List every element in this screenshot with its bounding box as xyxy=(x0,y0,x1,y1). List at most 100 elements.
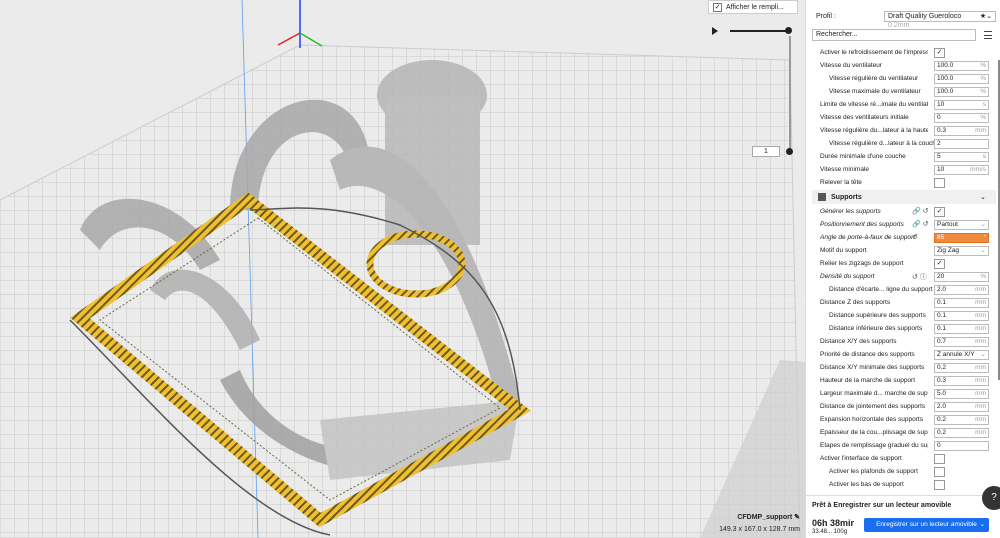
setting-row: Vitesse du ventilateur 100.0% xyxy=(812,59,996,72)
profile-value: Draft Quality Gueroloco xyxy=(888,12,962,20)
setting-label: Activer les plafonds de support xyxy=(829,468,918,475)
setting-input[interactable]: 0.3 mm xyxy=(934,375,989,386)
setting-checkbox[interactable]: ✓ xyxy=(934,47,945,58)
setting-input[interactable]: 0.1 mm xyxy=(934,310,989,321)
menu-icon[interactable] xyxy=(984,31,992,39)
setting-row: Vitesse régulière d...lateur à la couche… xyxy=(812,137,996,150)
setting-input[interactable]: 85 ° xyxy=(934,232,989,243)
setting-row: Limite de vitesse ré...imale du ventilat… xyxy=(812,98,996,111)
setting-input[interactable]: 100.0% xyxy=(934,86,989,97)
setting-label: Vitesse minimale xyxy=(820,166,870,173)
layer-view-toggle[interactable]: ✓ Afficher le rempli... xyxy=(708,0,798,14)
setting-row: Étapes de remplissage graduel du support… xyxy=(812,439,996,452)
setting-value: 2.0 xyxy=(937,285,947,293)
setting-label: Largeur maximale d... marche de support xyxy=(820,390,928,397)
setting-row: Vitesse minimale 10 mm/s xyxy=(812,163,996,176)
setting-label: Priorité de distance des supports xyxy=(820,351,915,358)
reset-link-icon[interactable]: ↺ ⓘ xyxy=(912,272,927,282)
layer-view-label: Afficher le rempli... xyxy=(726,3,784,11)
setting-value: 0.1 xyxy=(937,324,947,332)
reset-link-icon[interactable]: ↺ xyxy=(912,233,918,241)
edit-icon[interactable]: ✎ xyxy=(794,514,800,521)
setting-row: Priorité de distance des supports Z annul… xyxy=(812,348,996,361)
setting-input[interactable]: 0.1 mm xyxy=(934,323,989,334)
setting-input[interactable]: 10 mm/s xyxy=(934,164,989,175)
reset-link-icon[interactable]: 🔗 ↺ xyxy=(912,220,929,228)
setting-row: Relier les zigzags de support ✓ xyxy=(812,257,996,270)
setting-value: Z annule X/Y xyxy=(937,350,975,358)
star-icon[interactable]: ★⌄ xyxy=(980,12,992,21)
setting-unit: mm xyxy=(975,126,986,134)
section-supports[interactable]: Supports ⌄ xyxy=(812,190,996,204)
layer-progress-handle[interactable] xyxy=(785,27,792,34)
setting-label: Distance d'écarte... ligne du support xyxy=(829,286,933,293)
setting-unit: % xyxy=(980,272,986,280)
setting-input[interactable]: 0% xyxy=(934,112,989,123)
setting-input[interactable]: 2.0 mm xyxy=(934,401,989,412)
setting-label: Motif du support xyxy=(820,247,867,254)
setting-select[interactable]: Zig Zag ⌄ xyxy=(934,245,989,256)
setting-input[interactable]: 0.2 mm xyxy=(934,414,989,425)
setting-unit: mm xyxy=(975,285,986,293)
setting-input[interactable]: 2.0 mm xyxy=(934,284,989,295)
setting-input[interactable]: 100.0% xyxy=(934,60,989,71)
setting-value: Partout xyxy=(937,220,958,228)
section-label: Supports xyxy=(831,193,862,201)
setting-value: 10 xyxy=(937,165,945,173)
layer-slider-handle[interactable] xyxy=(786,148,793,155)
setting-value: 100.0 xyxy=(937,61,954,69)
setting-input[interactable]: 10 s xyxy=(934,99,989,110)
setting-unit: mm xyxy=(975,376,986,384)
setting-input[interactable]: 0 xyxy=(934,440,989,451)
setting-checkbox[interactable] xyxy=(934,453,945,464)
save-to-removable-button[interactable]: Enregistrer sur un lecteur amovible ⌄ xyxy=(864,518,989,532)
layer-number-field[interactable]: 1 xyxy=(752,146,780,157)
setting-label: Relier les zigzags de support xyxy=(820,260,904,267)
setting-label: Distance de jointement des supports xyxy=(820,403,926,410)
setting-unit: mm xyxy=(975,298,986,306)
help-button[interactable]: ? xyxy=(982,486,1000,510)
setting-checkbox[interactable] xyxy=(934,479,945,490)
layer-progress-slider[interactable] xyxy=(730,30,790,32)
setting-input[interactable]: 0.1 mm xyxy=(934,297,989,308)
play-icon[interactable] xyxy=(712,27,718,35)
setting-value: 85 xyxy=(937,233,945,241)
setting-select[interactable]: Partout ⌄ xyxy=(934,219,989,230)
setting-input[interactable]: 100.0% xyxy=(934,73,989,84)
setting-select[interactable]: Z annule X/Y ⌄ xyxy=(934,349,989,360)
setting-input[interactable]: 0.2 mm xyxy=(934,427,989,438)
profile-select[interactable]: Draft Quality Gueroloco 0.2mm ★⌄ xyxy=(884,10,996,29)
setting-checkbox[interactable]: ✓ xyxy=(934,258,945,269)
setting-row: Distance d'écarte... ligne du support 2.0… xyxy=(812,283,996,296)
search-input[interactable]: Rechercher... xyxy=(812,29,976,41)
setting-input[interactable]: 5.0 mm xyxy=(934,388,989,399)
setting-input[interactable]: 2 xyxy=(934,138,989,149)
setting-input[interactable]: 0.2 mm xyxy=(934,362,989,373)
setting-row: Angle de porte-à-faux de support ↺ 85 ° xyxy=(812,231,996,244)
setting-label: Relever la tête xyxy=(820,179,862,186)
setting-input[interactable]: 0.3 mm xyxy=(934,125,989,136)
setting-unit: % xyxy=(980,61,986,69)
setting-input[interactable]: 5s xyxy=(934,151,989,162)
setting-input[interactable]: 0.7 mm xyxy=(934,336,989,347)
setting-checkbox[interactable] xyxy=(934,466,945,477)
layer-view-checkbox[interactable]: ✓ xyxy=(713,2,722,12)
setting-checkbox[interactable] xyxy=(934,177,945,188)
setting-value: 100.0 xyxy=(937,74,954,82)
setting-label: Vitesse du ventilateur xyxy=(820,62,883,69)
chevron-down-icon[interactable]: ⌄ xyxy=(980,518,985,532)
object-name: CFDMP_support xyxy=(737,514,793,521)
setting-label: Vitesse régulière d...lateur à la couche xyxy=(829,140,937,147)
supports-icon xyxy=(818,193,826,201)
layer-slider[interactable] xyxy=(789,36,791,154)
setting-input[interactable]: 20% xyxy=(934,271,989,282)
setting-checkbox[interactable]: ✓ xyxy=(934,206,945,217)
settings-list: Activer le refroidissement de l'impressi… xyxy=(812,46,996,490)
reset-link-icon[interactable]: 🔗 ↺ xyxy=(912,207,929,215)
chevron-down-icon[interactable]: ⌄ xyxy=(980,193,986,201)
setting-label: Limite de vitesse ré...imale du ventilat… xyxy=(820,101,928,108)
setting-value: 0.2 xyxy=(937,428,947,436)
setting-row: Distance de jointement des supports 2.0 mm xyxy=(812,400,996,413)
setting-label: Durée minimale d'une couche xyxy=(820,153,906,160)
setting-label: Distance Z des supports xyxy=(820,299,891,306)
